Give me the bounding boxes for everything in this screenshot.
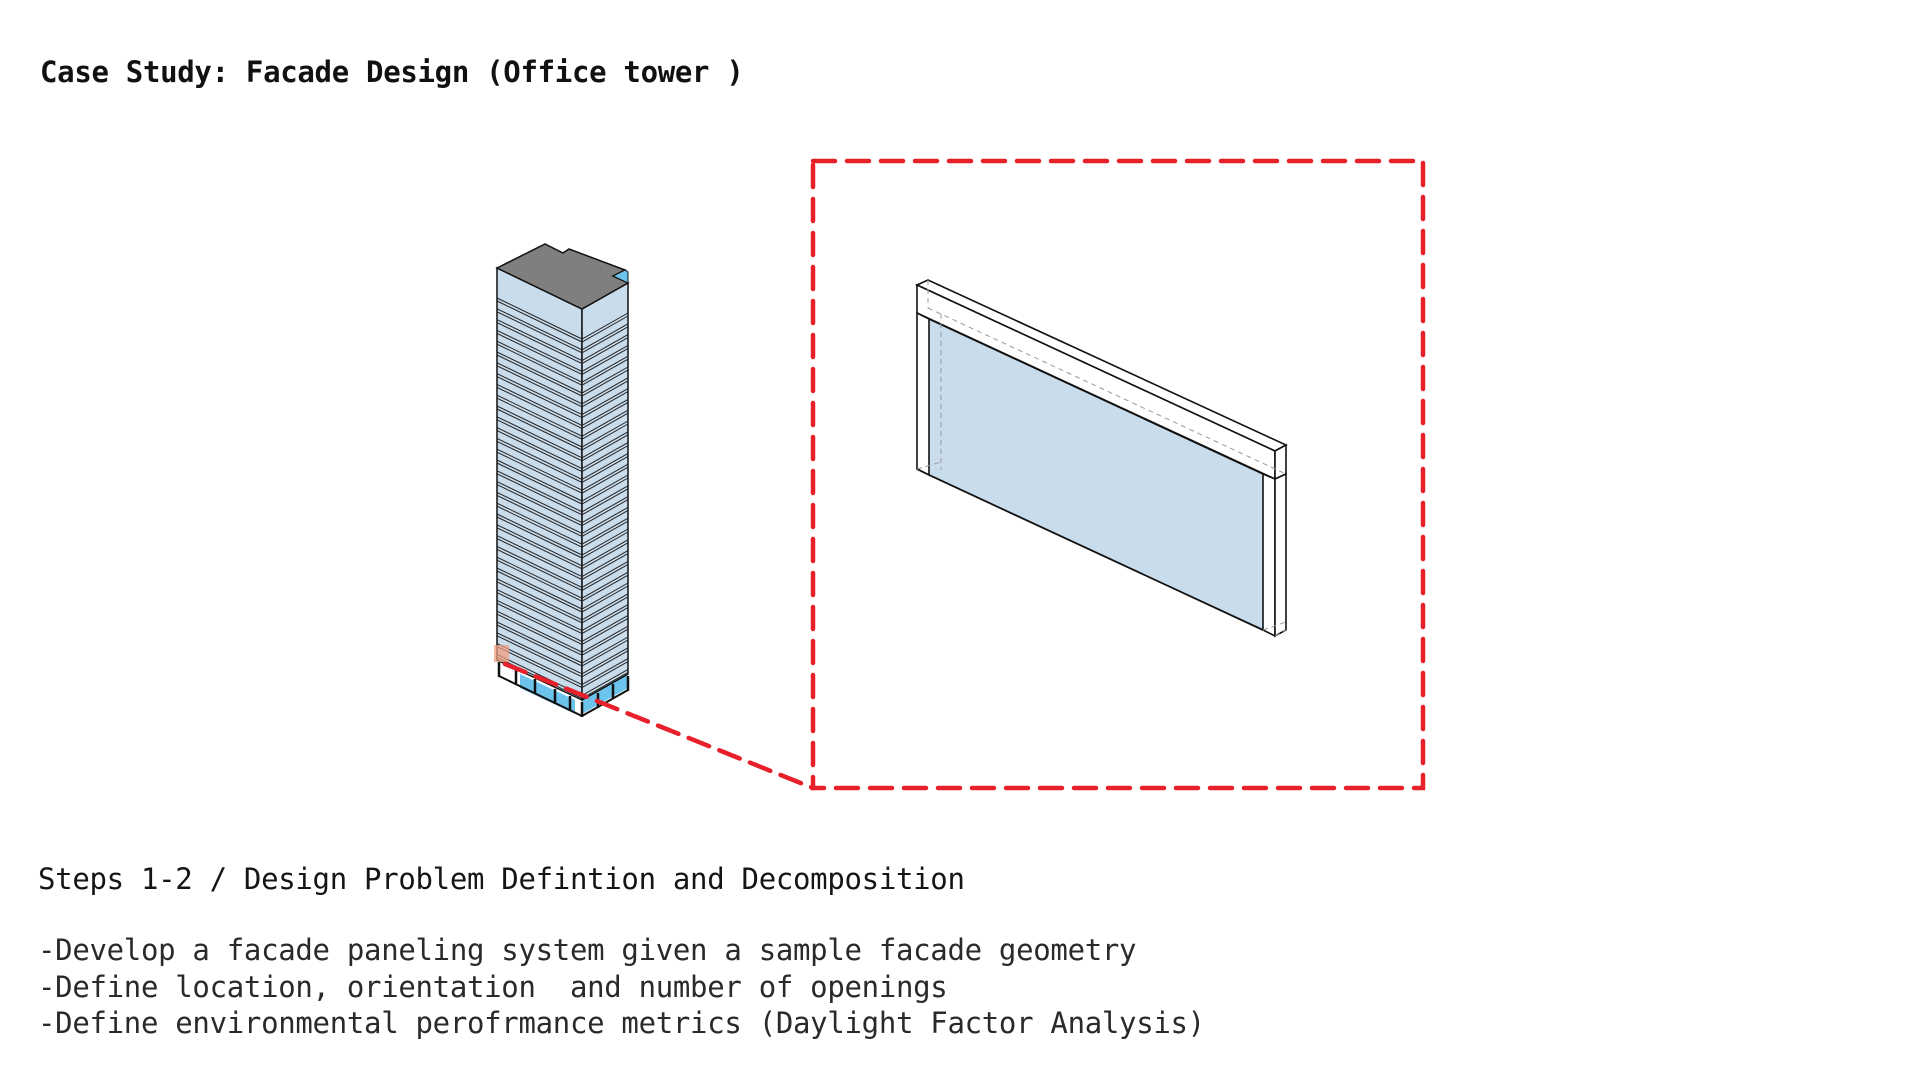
section-heading: Steps 1-2 / Design Problem Defintion and… — [38, 862, 965, 896]
bullet-item: -Develop a facade paneling system given … — [38, 933, 1137, 967]
bullet-item: -Define environmental perofrmance metric… — [38, 1006, 1205, 1040]
panel-left-mullion — [916, 311, 930, 477]
bullet-item: -Define location, orientation and number… — [38, 969, 948, 1004]
diagram-canvas — [494, 158, 1426, 791]
panel-right-mullion-front — [1262, 472, 1276, 638]
panel-right-mullion-side — [1274, 472, 1287, 638]
selected-panel-highlight — [494, 645, 509, 662]
callout-connector-line — [502, 661, 816, 791]
facade-panel-detail — [915, 279, 1288, 638]
office-tower — [494, 243, 630, 718]
bullet-list: -Develop a facade paneling system given … — [38, 932, 1205, 1042]
